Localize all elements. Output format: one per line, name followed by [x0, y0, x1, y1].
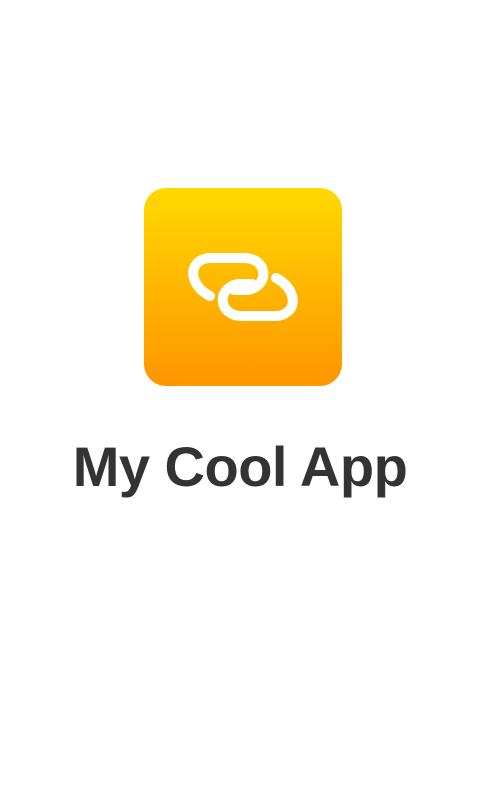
splash-screen: My Cool App: [0, 0, 480, 800]
app-name-title: My Cool App: [72, 435, 408, 498]
app-icon: [144, 188, 342, 386]
linked-rings-icon: [188, 253, 298, 321]
